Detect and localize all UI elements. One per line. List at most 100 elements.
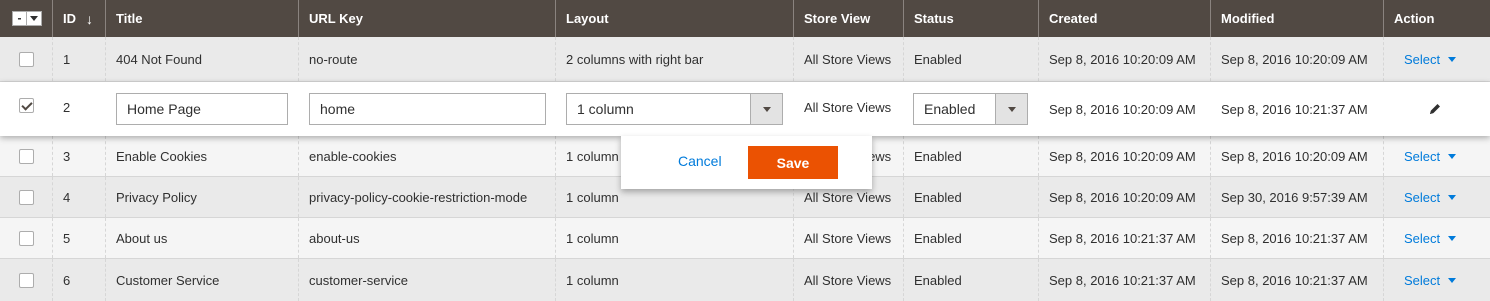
column-header-label: Status: [914, 11, 954, 26]
cell-title: Enable Cookies: [106, 136, 299, 176]
cell-store-view: All Store Views: [794, 37, 904, 81]
sort-down-icon: ↓: [86, 10, 93, 27]
cell-id: 1: [53, 37, 106, 81]
title-input[interactable]: Home Page: [116, 93, 288, 125]
column-header-label: ID: [63, 11, 76, 26]
cell-layout: 1 column: [556, 218, 794, 258]
column-header-url-key[interactable]: URL Key: [299, 0, 556, 37]
cancel-button[interactable]: Cancel: [678, 153, 722, 169]
caret-down-icon: [1448, 194, 1457, 200]
column-header-modified[interactable]: Modified: [1211, 0, 1384, 37]
column-header-title[interactable]: Title: [106, 0, 299, 37]
cell-title: Privacy Policy: [106, 177, 299, 217]
row-checkbox[interactable]: [19, 148, 34, 164]
row-checkbox[interactable]: [19, 189, 34, 205]
cell-id: 5: [53, 218, 106, 258]
cell-created: Sep 8, 2016 10:20:09 AM: [1039, 136, 1211, 176]
column-header-label: Store View: [804, 11, 871, 26]
caret-down-icon: [1448, 153, 1457, 159]
action-select-label: Select: [1404, 189, 1441, 205]
cell-url-key: home: [299, 82, 556, 136]
column-header-label: Title: [116, 11, 143, 26]
cell-action: Select: [1384, 218, 1490, 258]
column-header-store-view[interactable]: Store View: [794, 0, 904, 37]
action-select-link[interactable]: Select: [1404, 230, 1457, 246]
cell-id: 4: [53, 177, 106, 217]
mass-select-control[interactable]: -: [12, 11, 42, 26]
url-key-input[interactable]: home: [309, 93, 546, 125]
row-checkbox[interactable]: [19, 272, 34, 288]
action-select-label: Select: [1404, 148, 1441, 164]
cell-title: 404 Not Found: [106, 37, 299, 81]
cell-id: 2: [63, 100, 71, 115]
layout-select[interactable]: 1 column: [566, 93, 783, 125]
row-checkbox[interactable]: [19, 230, 34, 246]
column-header-created[interactable]: Created: [1039, 0, 1211, 37]
column-header-layout[interactable]: Layout: [556, 0, 794, 37]
table-row: 5 About us about-us 1 column All Store V…: [0, 218, 1490, 259]
row-checkbox[interactable]: [19, 51, 34, 67]
cell-status: Enabled: [904, 177, 1039, 217]
cell-status: Enabled: [904, 82, 1039, 136]
action-select-label: Select: [1404, 51, 1441, 67]
row-checkbox-cell: [0, 37, 53, 81]
cell-title: Home Page: [106, 82, 299, 136]
action-select-label: Select: [1404, 230, 1441, 246]
chevron-down-icon[interactable]: [27, 12, 41, 25]
caret-down-icon: [1448, 235, 1457, 241]
action-select-link[interactable]: Select: [1404, 272, 1457, 288]
cell-status: Enabled: [904, 218, 1039, 258]
column-header-id[interactable]: ID ↓: [53, 0, 106, 37]
action-select-link[interactable]: Select: [1404, 148, 1457, 164]
mass-select-column: -: [0, 0, 53, 37]
cell-id: 6: [53, 259, 106, 301]
cell-url-key: privacy-policy-cookie-restriction-mode: [299, 177, 556, 217]
row-checkbox[interactable]: [19, 98, 34, 113]
cell-created: Sep 8, 2016 10:21:37 AM: [1039, 218, 1211, 258]
cell-created: Sep 8, 2016 10:20:09 AM: [1049, 101, 1196, 117]
cell-title: Customer Service: [106, 259, 299, 301]
cell-action: Select: [1384, 136, 1490, 176]
cell-created: Sep 8, 2016 10:20:09 AM: [1039, 177, 1211, 217]
table-row-editing: 2 Home Page home 1 column All Store View…: [0, 82, 1490, 136]
cell-action: Select: [1384, 177, 1490, 217]
row-checkbox-cell: [0, 136, 53, 176]
row-checkbox-cell: [0, 259, 53, 301]
cell-action: [1384, 82, 1490, 136]
column-header-label: Action: [1394, 11, 1435, 26]
save-button[interactable]: Save: [748, 146, 838, 179]
grid-header: - ID ↓ Title URL Key Layout Store View S…: [0, 0, 1490, 37]
row-checkbox-cell: [0, 177, 53, 217]
cell-layout: 1 column: [556, 259, 794, 301]
table-row: 1 404 Not Found no-route 2 columns with …: [0, 37, 1490, 82]
table-row: 6 Customer Service customer-service 1 co…: [0, 259, 1490, 301]
action-select-link[interactable]: Select: [1404, 51, 1457, 67]
cell-modified: Sep 8, 2016 10:21:37 AM: [1211, 259, 1384, 301]
cell-layout: 1 column: [556, 82, 794, 136]
status-select[interactable]: Enabled: [913, 93, 1028, 125]
cell-store-view: All Store Views: [794, 218, 904, 258]
chevron-down-icon[interactable]: [750, 94, 782, 124]
layout-select-value: 1 column: [577, 101, 634, 117]
cell-store-view: All Store Views: [794, 259, 904, 301]
cell-status: Enabled: [904, 136, 1039, 176]
column-header-status[interactable]: Status: [904, 0, 1039, 37]
mass-select-dash: -: [13, 12, 27, 25]
cell-modified: Sep 30, 2016 9:57:39 AM: [1211, 177, 1384, 217]
cell-status: Enabled: [904, 37, 1039, 81]
cell-title: About us: [106, 218, 299, 258]
action-select-link[interactable]: Select: [1404, 189, 1457, 205]
cell-url-key: enable-cookies: [299, 136, 556, 176]
action-select-label: Select: [1404, 272, 1441, 288]
cell-action: Select: [1384, 259, 1490, 301]
column-header-action: Action: [1384, 0, 1490, 37]
cell-modified: Sep 8, 2016 10:20:09 AM: [1211, 37, 1384, 81]
cell-modified: Sep 8, 2016 10:20:09 AM: [1211, 136, 1384, 176]
inline-edit-actions: Cancel Save: [621, 136, 872, 189]
pencil-icon[interactable]: [1428, 102, 1442, 116]
column-header-label: Modified: [1221, 11, 1275, 26]
cell-url-key: no-route: [299, 37, 556, 81]
row-checkbox-cell: [0, 82, 53, 136]
row-checkbox-cell: [0, 218, 53, 258]
chevron-down-icon[interactable]: [995, 94, 1027, 124]
